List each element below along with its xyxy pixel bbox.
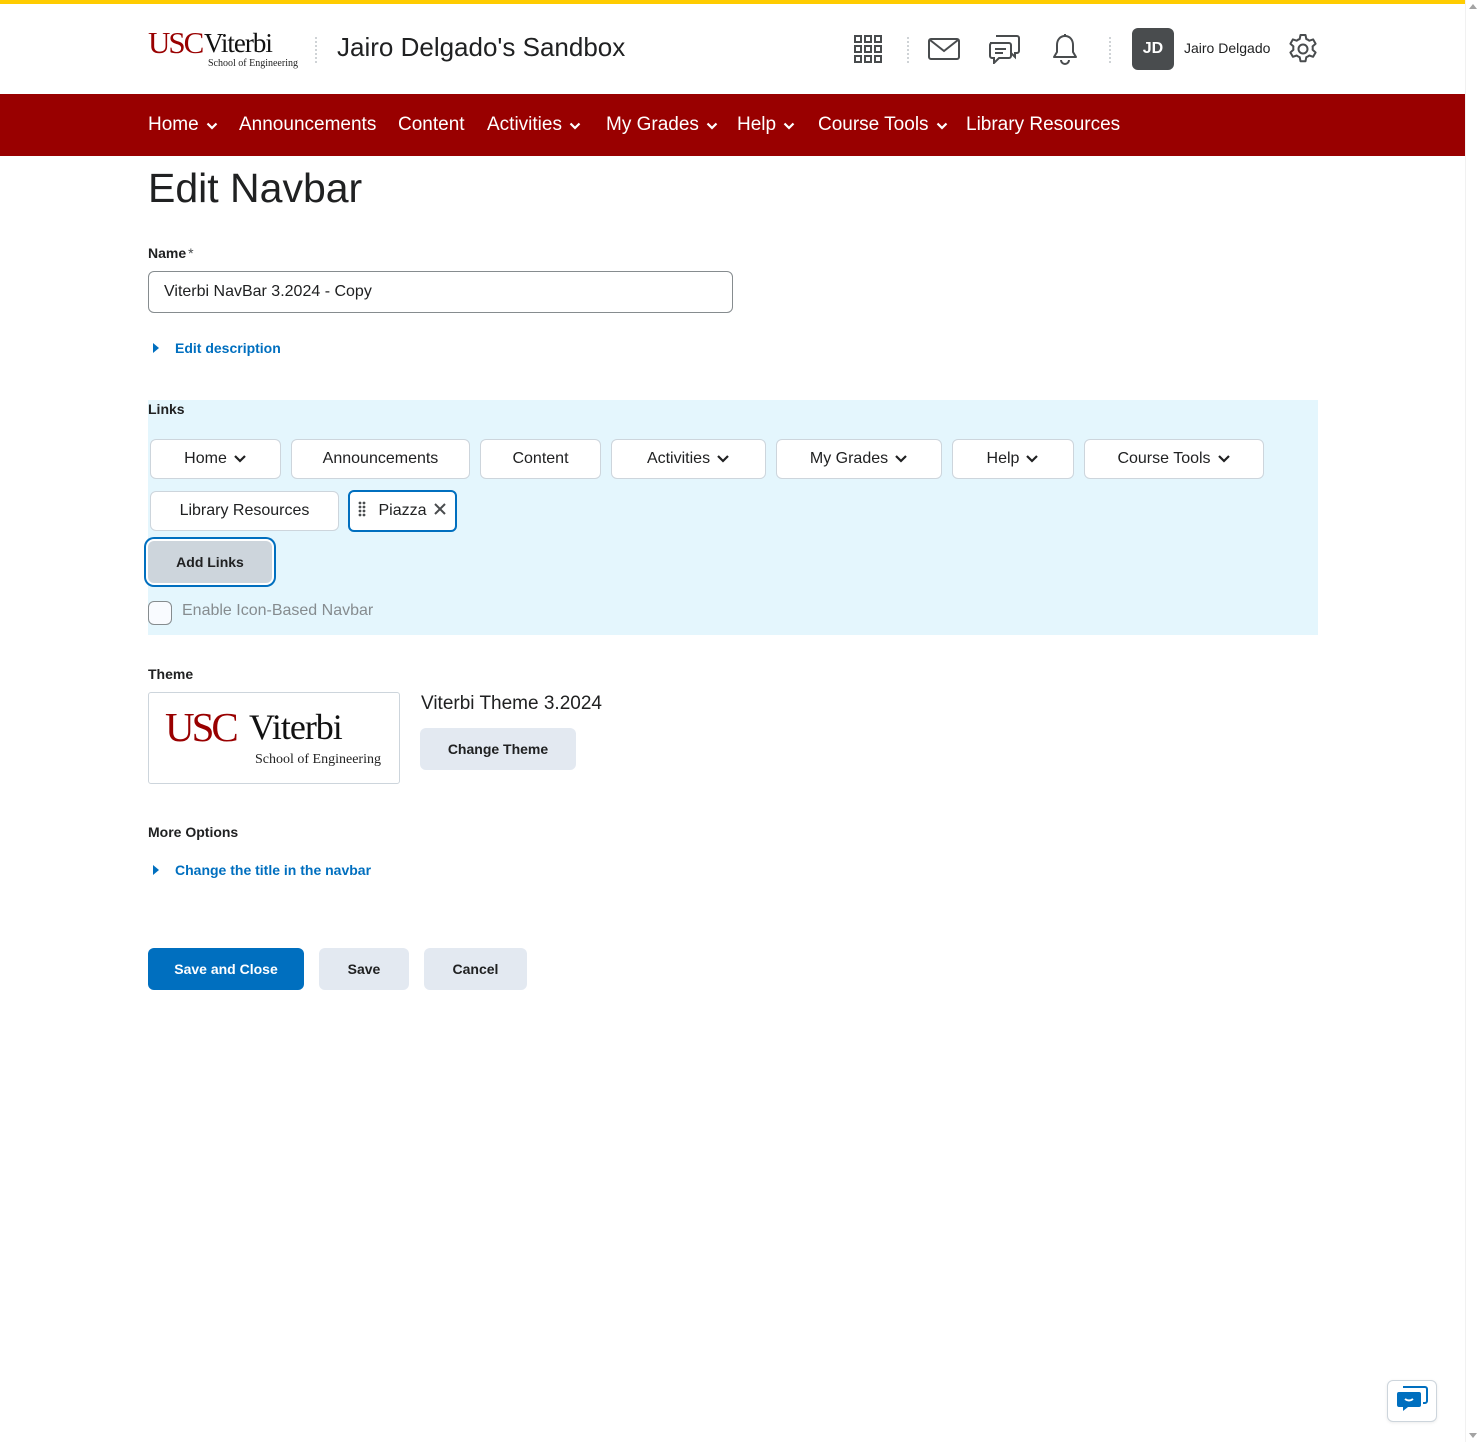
close-icon[interactable] [433, 502, 447, 521]
chat-widget-button[interactable] [1387, 1380, 1437, 1422]
links-label: Links [148, 401, 185, 417]
change-title-label: Change the title in the navbar [175, 862, 372, 878]
required-marker: * [188, 245, 194, 261]
header-divider [907, 37, 909, 63]
link-chip-label: Course Tools [1117, 450, 1211, 467]
nav-item-announcements[interactable]: Announcements [239, 94, 376, 156]
bell-icon[interactable] [1048, 32, 1082, 66]
nav-item-label: My Grades [606, 114, 699, 135]
save-button[interactable]: Save [319, 948, 409, 990]
scroll-down-arrow-icon[interactable] [1469, 1433, 1477, 1438]
header-divider [315, 37, 317, 63]
nav-item-label: Course Tools [818, 114, 929, 135]
name-field[interactable] [148, 271, 733, 313]
link-chip-label: Home [184, 450, 227, 467]
link-chip-content[interactable]: Content [480, 439, 601, 479]
link-chip-label: Content [512, 450, 569, 467]
chevron-down-icon [936, 114, 948, 136]
link-chip-activities[interactable]: Activities [611, 439, 766, 479]
logo-school-text: School of Engineering [255, 752, 381, 767]
icon-navbar-checkbox[interactable] [148, 601, 172, 625]
link-chip-label: Library Resources [179, 502, 310, 519]
link-chip-my-grades[interactable]: My Grades [776, 439, 942, 479]
chevron-down-icon[interactable] [1025, 450, 1039, 468]
link-chip-help[interactable]: Help [952, 439, 1074, 479]
link-chip-label: Piazza [378, 502, 427, 519]
chevron-down-icon [706, 114, 718, 136]
theme-name: Viterbi Theme 3.2024 [421, 693, 602, 714]
nav-item-library-resources[interactable]: Library Resources [966, 94, 1120, 156]
edit-description-label: Edit description [175, 340, 281, 356]
scroll-up-arrow-icon[interactable] [1469, 4, 1477, 9]
apps-grid-icon[interactable] [851, 32, 885, 66]
header: USC Viterbi School of Engineering Jairo … [0, 4, 1465, 94]
nav-item-activities[interactable]: Activities [487, 94, 581, 156]
link-chip-announcements[interactable]: Announcements [291, 439, 470, 479]
theme-label: Theme [148, 666, 194, 682]
change-theme-button[interactable]: Change Theme [420, 728, 576, 770]
chevron-down-icon[interactable] [894, 450, 908, 468]
page-title: Edit Navbar [148, 165, 363, 211]
link-chip-piazza[interactable]: Piazza [348, 490, 457, 532]
logo-usc-text: USC [148, 25, 204, 60]
usc-viterbi-logo[interactable]: USC Viterbi School of Engineering [148, 25, 298, 74]
chevron-down-icon[interactable] [716, 450, 730, 468]
nav-item-home[interactable]: Home [148, 94, 218, 156]
add-links-button[interactable]: Add Links [148, 541, 272, 583]
logo-usc-text: USC [165, 704, 239, 750]
nav-item-label: Content [398, 114, 465, 135]
link-chip-label: Activities [646, 450, 711, 467]
header-divider [1109, 37, 1111, 63]
logo-viterbi-text: Viterbi [204, 28, 273, 58]
link-chip-label: My Grades [809, 450, 889, 467]
caret-right-icon [153, 865, 159, 875]
link-chip-label: Announcements [322, 450, 439, 467]
chevron-down-icon [569, 114, 581, 136]
chevron-down-icon [206, 114, 218, 136]
nav-item-label: Activities [487, 114, 562, 135]
nav-item-content[interactable]: Content [398, 94, 465, 156]
chevron-down-icon [783, 114, 795, 136]
icon-navbar-label[interactable]: Enable Icon-Based Navbar [182, 602, 373, 620]
vertical-scrollbar[interactable] [1465, 0, 1480, 1442]
course-navbar: Home Announcements Content Activities My… [0, 94, 1465, 156]
name-label: Name * [148, 245, 194, 261]
user-name[interactable]: Jairo Delgado [1184, 40, 1270, 56]
cancel-button[interactable]: Cancel [424, 948, 527, 990]
more-options-label: More Options [148, 824, 239, 840]
chat-bubbles-icon [1396, 1385, 1428, 1417]
site-title[interactable]: Jairo Delgado's Sandbox [337, 32, 625, 63]
nav-item-label: Announcements [239, 114, 377, 135]
change-title-toggle[interactable]: Change the title in the navbar [150, 862, 371, 878]
edit-description-toggle[interactable]: Edit description [150, 340, 281, 356]
name-label-text: Name [148, 245, 187, 261]
link-chip-label: Help [986, 450, 1020, 467]
nav-item-label: Library Resources [966, 114, 1121, 135]
gear-icon[interactable] [1286, 32, 1320, 66]
nav-item-label: Home [148, 114, 199, 135]
logo-viterbi-text: Viterbi [249, 707, 343, 747]
link-chip-library-resources[interactable]: Library Resources [150, 491, 339, 531]
chat-icon[interactable] [987, 32, 1021, 66]
logo-school-text: School of Engineering [208, 58, 298, 69]
caret-right-icon [153, 343, 159, 353]
mail-icon[interactable] [927, 32, 961, 66]
drag-handle-icon[interactable] [358, 501, 366, 522]
nav-item-course-tools[interactable]: Course Tools [818, 94, 948, 156]
nav-item-my-grades[interactable]: My Grades [606, 94, 718, 156]
chevron-down-icon[interactable] [233, 450, 247, 468]
save-and-close-button[interactable]: Save and Close [148, 948, 304, 990]
chevron-down-icon[interactable] [1217, 450, 1231, 468]
link-chip-course-tools[interactable]: Course Tools [1084, 439, 1264, 479]
nav-item-help[interactable]: Help [737, 94, 795, 156]
avatar[interactable]: JD [1132, 28, 1174, 70]
theme-preview-logo: USC Viterbi School of Engineering [148, 692, 400, 784]
nav-item-label: Help [737, 114, 777, 135]
link-chip-home[interactable]: Home [150, 439, 281, 479]
